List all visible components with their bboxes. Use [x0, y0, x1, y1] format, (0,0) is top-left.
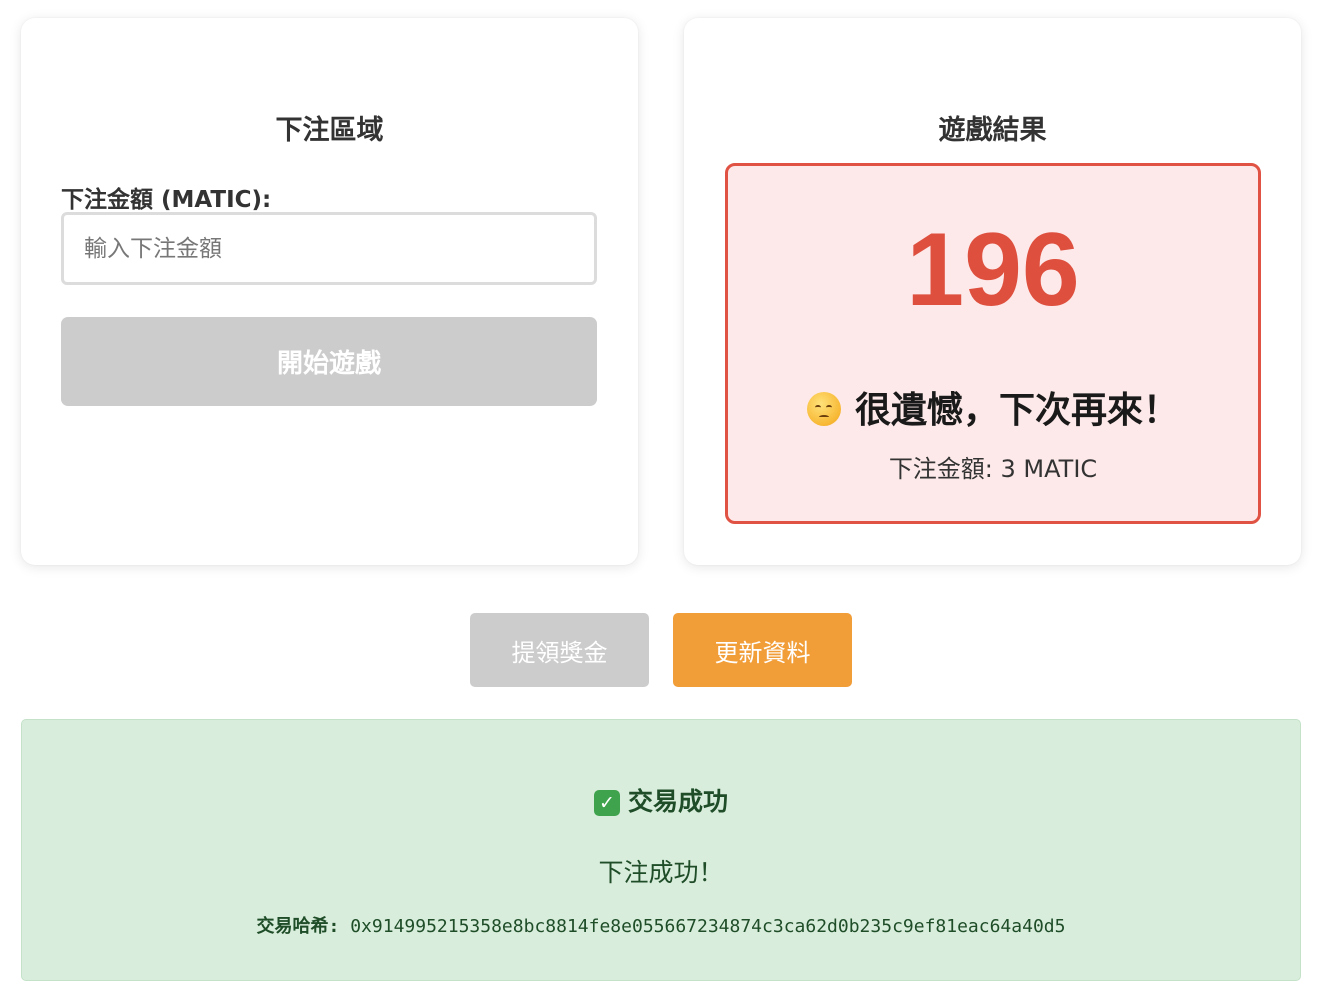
result-bet-amount: 下注金額: 3 MATIC [888, 455, 1098, 483]
bet-panel: 下注區域 下注金額 (MATIC): 開始遊戲 [21, 18, 638, 565]
transaction-message: 下注成功！ [598, 858, 724, 887]
result-message-row: 很遺憾，下次再來！ [728, 381, 1258, 433]
result-number: 196 [906, 212, 1080, 328]
result-box: 196 很遺憾，下次再來！ 下注金額: 3 MATIC [725, 163, 1261, 524]
withdraw-button[interactable]: 提領獎金 [470, 613, 649, 687]
start-game-button[interactable]: 開始遊戲 [61, 317, 597, 406]
result-panel-title: 遊戲結果 [938, 115, 1047, 146]
transaction-title: 交易成功 [627, 787, 728, 816]
bet-amount-label: 下注金額 (MATIC): [61, 187, 272, 213]
transaction-hash-row: 交易哈希: 0x914995215358e8bc8814fe8e05566723… [22, 912, 1300, 938]
refresh-button[interactable]: 更新資料 [673, 613, 852, 687]
result-message: 很遺憾，下次再來！ [854, 390, 1179, 431]
transaction-status-panel: ✓ 交易成功 下注成功！ 交易哈希: 0x914995215358e8bc8814… [21, 719, 1301, 981]
transaction-hash-label: 交易哈希: [256, 916, 340, 937]
transaction-title-row: ✓ 交易成功 [22, 782, 1300, 818]
check-mark-icon: ✓ [593, 790, 620, 816]
transaction-hash-value[interactable]: 0x914995215358e8bc8814fe8e055667234874c3… [350, 916, 1065, 937]
result-panel: 遊戲結果 196 很遺憾，下次再來！ 下注金額: 3 MATIC [684, 18, 1301, 565]
pensive-face-icon [806, 392, 841, 426]
bet-amount-input[interactable] [61, 212, 597, 285]
bet-panel-title: 下注區域 [275, 115, 384, 146]
